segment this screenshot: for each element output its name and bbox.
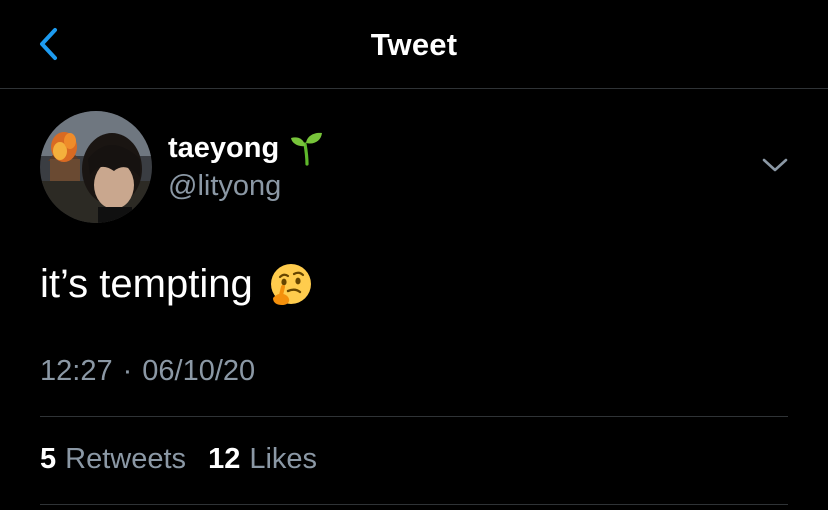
timestamp-separator: · — [122, 355, 133, 387]
display-name[interactable]: taeyong — [168, 132, 279, 165]
stats-divider-top — [40, 416, 788, 417]
retweets-count: 5 — [40, 443, 57, 475]
tweet-text: it’s tempting — [40, 261, 253, 306]
likes-stat[interactable]: 12 Likes — [208, 443, 317, 475]
avatar-image — [40, 111, 152, 223]
top-nav-bar: Tweet — [0, 0, 828, 88]
retweets-label: Retweets — [65, 443, 187, 475]
likes-label: Likes — [249, 443, 318, 475]
avatar[interactable] — [40, 111, 152, 223]
likes-count: 12 — [208, 443, 241, 475]
chevron-down-icon[interactable] — [758, 150, 792, 180]
tweet-body: it’s tempting — [40, 258, 313, 310]
tweet-time: 12:27 — [40, 355, 113, 387]
retweets-stat[interactable]: 5 Retweets — [40, 443, 186, 475]
tweet-stats: 5 Retweets 12 Likes — [40, 443, 317, 476]
display-name-row: taeyong — [168, 128, 325, 168]
tweet-date: 06/10/20 — [142, 355, 256, 387]
thinking-face-icon — [270, 264, 311, 305]
tweet-timestamp[interactable]: 12:27 · 06/10/20 — [40, 355, 255, 388]
seedling-emoji-icon — [291, 132, 323, 166]
stats-divider-bottom — [40, 504, 788, 505]
header-divider — [0, 88, 828, 89]
page-title: Tweet — [370, 27, 458, 62]
user-handle[interactable]: @lityong — [168, 170, 281, 203]
